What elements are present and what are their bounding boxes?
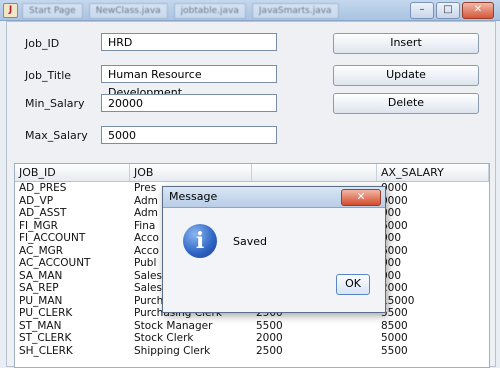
cell-job-id: PU_CLERK	[19, 307, 73, 319]
cell-max-salary: 5500	[381, 307, 408, 319]
column-header-job-id[interactable]: JOB_ID	[15, 164, 130, 181]
dialog-close-button[interactable]: ✕	[341, 189, 381, 206]
insert-button[interactable]: Insert	[333, 33, 479, 54]
table-row[interactable]: ST_MAN Stock Manager 5500 8500	[15, 320, 489, 333]
column-header-job-title[interactable]: JOB	[130, 164, 252, 181]
cell-max-salary: 000	[381, 269, 402, 282]
cell-max-salary: 2000	[381, 282, 408, 294]
java-app-icon: J	[3, 3, 18, 18]
cell-max-salary: 8500	[381, 319, 408, 332]
cell-job-id: ST_CLERK	[19, 332, 72, 344]
window-titlebar: J Start Page NewClass.java jobtable.java…	[0, 0, 500, 21]
cell-min-salary: 2500	[256, 344, 283, 357]
ok-button[interactable]: OK	[336, 274, 370, 295]
main-panel: Job_ID HRD Job_Title Human Resource Deve…	[6, 21, 496, 368]
cell-job-id: SA_MAN	[19, 269, 63, 282]
background-tab: NewClass.java	[88, 3, 168, 19]
cell-max-salary: 000	[381, 207, 402, 219]
max-salary-field[interactable]: 5000	[101, 126, 277, 144]
cell-max-salary: 5500	[381, 344, 408, 357]
cell-job-id: AD_VP	[19, 194, 54, 207]
update-button[interactable]: Update	[333, 65, 479, 86]
minimize-button[interactable]: –	[410, 2, 434, 19]
message-dialog: Message ✕ i Saved OK	[162, 186, 386, 313]
dialog-titlebar: Message ✕	[163, 187, 385, 208]
cell-job-id: ST_MAN	[19, 319, 62, 332]
job-title-field[interactable]: Human Resource Development	[101, 65, 277, 99]
window-controls: – □ ✕	[410, 2, 494, 19]
cell-min-salary: 2000	[256, 332, 283, 344]
column-header-min-salary[interactable]	[252, 164, 377, 181]
cell-max-salary: 000	[381, 257, 402, 269]
cell-max-salary: 15000	[381, 294, 415, 307]
max-salary-label: Max_Salary	[25, 129, 88, 142]
dialog-title: Message	[169, 190, 218, 203]
cell-job-id: SH_CLERK	[19, 344, 73, 357]
background-tab: JavaSmarts.java	[251, 3, 339, 19]
info-icon: i	[183, 224, 217, 258]
table-row[interactable]: ST_CLERK Stock Clerk 2000 5000	[15, 332, 489, 345]
cell-min-salary: 5500	[256, 319, 283, 332]
dialog-message: Saved	[233, 235, 267, 248]
cell-job-id: AD_ASST	[19, 207, 67, 219]
table-header: JOB_ID JOB AX_SALARY	[15, 164, 489, 182]
table-row[interactable]: SH_CLERK Shipping Clerk 2500 5500	[15, 345, 489, 358]
job-id-label: Job_ID	[25, 37, 60, 50]
cell-job-id: PU_MAN	[19, 294, 63, 307]
background-tab: Start Page	[22, 3, 83, 19]
cell-max-salary: 0000	[381, 194, 408, 207]
cell-max-salary: 000	[381, 232, 402, 244]
close-window-button[interactable]: ✕	[462, 2, 494, 19]
min-salary-label: Min_Salary	[25, 97, 85, 110]
cell-job-id: AC_ACCOUNT	[19, 257, 91, 269]
job-id-field[interactable]: HRD	[101, 33, 277, 51]
cell-max-salary: 6000	[381, 244, 408, 257]
background-tabs: Start Page NewClass.java jobtable.java J…	[22, 3, 339, 19]
cell-max-salary: 6000	[381, 219, 408, 232]
cell-job-id: FI_MGR	[19, 219, 58, 232]
cell-job-id: AC_MGR	[19, 244, 64, 257]
cell-job-title: Stock Manager	[134, 319, 213, 332]
cell-job-title: Shipping Clerk	[134, 344, 211, 357]
delete-button[interactable]: Delete	[333, 93, 479, 114]
cell-job-id: AD_PRES	[19, 182, 67, 194]
maximize-button[interactable]: □	[436, 2, 460, 19]
cell-job-id: FI_ACCOUNT	[19, 232, 86, 244]
cell-job-id: SA_REP	[19, 282, 59, 294]
background-tab: jobtable.java	[173, 3, 246, 19]
job-title-label: Job_Title	[25, 69, 72, 82]
column-header-max-salary[interactable]: AX_SALARY	[377, 164, 489, 181]
min-salary-field[interactable]: 20000	[101, 94, 277, 112]
cell-job-title: Stock Clerk	[134, 332, 194, 344]
cell-max-salary: 0000	[381, 182, 408, 194]
cell-max-salary: 5000	[381, 332, 408, 344]
